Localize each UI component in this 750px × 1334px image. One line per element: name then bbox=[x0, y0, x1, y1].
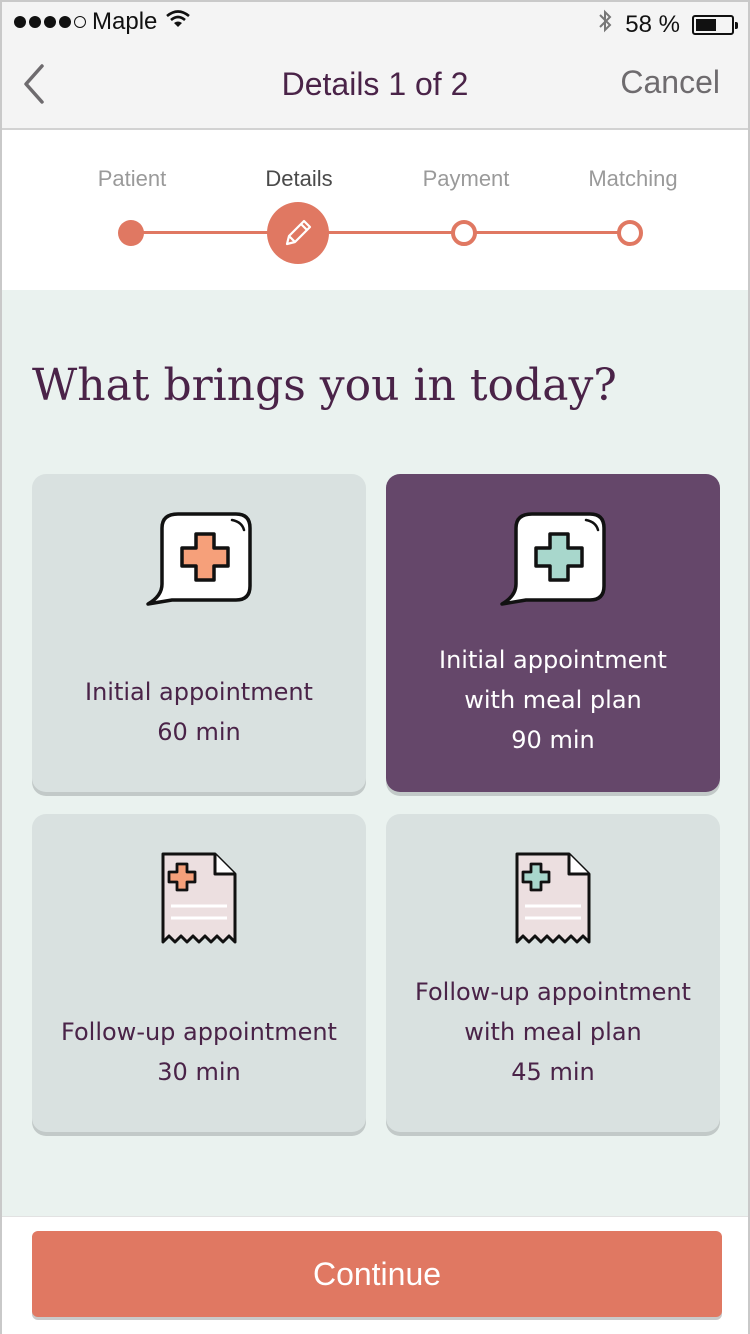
carrier-name: Maple bbox=[92, 8, 158, 35]
step-node-details bbox=[267, 202, 329, 264]
signal-dots-icon bbox=[14, 16, 86, 28]
option-text: Follow-up appointment with meal plan 45 … bbox=[386, 972, 720, 1092]
wifi-icon bbox=[165, 8, 191, 36]
status-right: 58 % bbox=[597, 8, 738, 41]
cancel-button[interactable]: Cancel bbox=[620, 64, 720, 101]
step-label-matching: Matching bbox=[588, 166, 678, 191]
option-title: Initial appointment bbox=[439, 646, 667, 674]
step-label-patient: Patient bbox=[97, 166, 167, 191]
option-title: Follow-up appointment bbox=[61, 1018, 337, 1046]
option-follow-up-appointment-meal-plan[interactable]: Follow-up appointment with meal plan 45 … bbox=[386, 814, 720, 1132]
question-heading: What brings you in today? bbox=[32, 360, 617, 411]
step-node-payment bbox=[451, 220, 477, 246]
option-title: Initial appointment bbox=[85, 678, 313, 706]
status-left: Maple bbox=[14, 8, 191, 36]
battery-level bbox=[696, 18, 716, 31]
step-label-details: Details bbox=[265, 166, 333, 191]
option-text: Initial appointment 60 min bbox=[32, 672, 366, 752]
step-node-patient[interactable] bbox=[118, 220, 144, 246]
battery-percent: 58 % bbox=[625, 10, 680, 38]
chat-medical-icon bbox=[32, 508, 366, 608]
medical-receipt-icon bbox=[386, 850, 720, 950]
option-follow-up-appointment[interactable]: Follow-up appointment 30 min bbox=[32, 814, 366, 1132]
option-text: Initial appointment with meal plan 90 mi… bbox=[386, 640, 720, 760]
option-duration: 60 min bbox=[157, 718, 241, 746]
option-initial-appointment[interactable]: Initial appointment 60 min bbox=[32, 474, 366, 792]
chat-medical-icon bbox=[386, 508, 720, 608]
battery-icon bbox=[692, 14, 738, 35]
option-initial-appointment-meal-plan[interactable]: Initial appointment with meal plan 90 mi… bbox=[386, 474, 720, 792]
appointment-selection: What brings you in today? Initial appoin… bbox=[2, 290, 748, 1216]
step-label-payment: Payment bbox=[422, 166, 510, 191]
option-subtitle: with meal plan bbox=[464, 1018, 642, 1046]
pencil-icon bbox=[285, 219, 312, 246]
status-bar: Maple 58 % bbox=[2, 2, 748, 42]
continue-button[interactable]: Continue bbox=[32, 1231, 722, 1317]
option-subtitle: with meal plan bbox=[464, 686, 642, 714]
navigation-bar: Details 1 of 2 Cancel bbox=[2, 42, 748, 130]
option-duration: 90 min bbox=[511, 726, 595, 754]
bluetooth-icon bbox=[597, 8, 613, 41]
option-duration: 30 min bbox=[157, 1058, 241, 1086]
footer: Continue bbox=[2, 1216, 748, 1334]
option-duration: 45 min bbox=[511, 1058, 595, 1086]
step-node-matching bbox=[617, 220, 643, 246]
progress-stepper: Patient Details Payment Matching bbox=[2, 132, 748, 290]
stepper-track bbox=[130, 231, 630, 234]
option-text: Follow-up appointment 30 min bbox=[32, 1012, 366, 1092]
medical-receipt-icon bbox=[32, 850, 366, 950]
option-title: Follow-up appointment bbox=[415, 978, 691, 1006]
